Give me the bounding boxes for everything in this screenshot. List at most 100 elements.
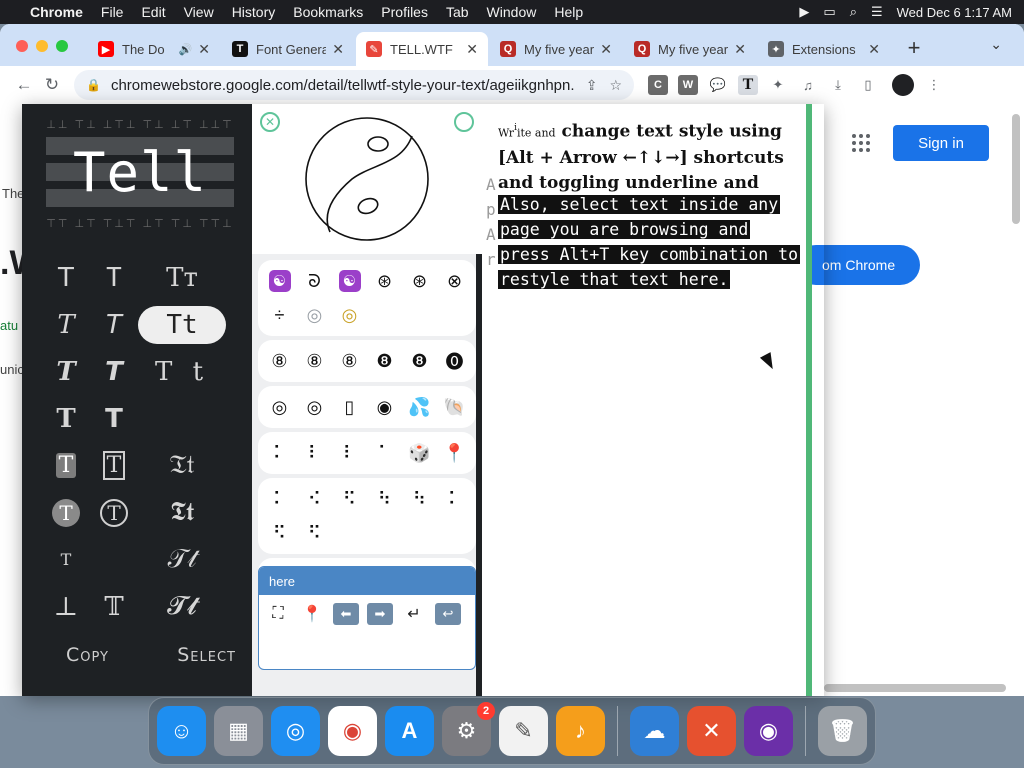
menu-window[interactable]: Window	[487, 4, 537, 20]
style-squared-outline[interactable]: T	[90, 447, 138, 485]
remote-desktop-icon[interactable]: ✕	[686, 706, 736, 756]
style-sans-italic[interactable]: T	[90, 306, 138, 344]
extension-wtf-icon[interactable]: W	[678, 75, 698, 95]
spotlight-search-icon[interactable]: ⌕	[850, 4, 857, 20]
share-icon[interactable]: ⇪	[586, 77, 598, 94]
media-controls-icon[interactable]: ♫	[798, 75, 818, 95]
menu-profiles[interactable]: Profiles	[381, 4, 428, 20]
close-tab-icon[interactable]: ✕	[600, 41, 612, 58]
speaker-icon[interactable]: 🔊	[179, 43, 193, 56]
triskelion-icon[interactable]: ⊛	[402, 264, 437, 298]
app-store-icon[interactable]: A	[385, 706, 434, 756]
filled-zero-icon[interactable]: ⓿	[437, 344, 472, 378]
extensions-puzzle-icon[interactable]: ✦	[768, 75, 788, 95]
tab-font-generator[interactable]: T Font Generator ✕	[222, 32, 354, 66]
pushpin-icon[interactable]: 📍	[437, 436, 472, 470]
tell-extension-icon[interactable]: T	[738, 75, 758, 95]
style-fraktur[interactable]: 𝔗𝔱	[138, 447, 226, 485]
style-italic[interactable]: T	[42, 306, 90, 344]
style-circled-filled[interactable]: T	[42, 494, 90, 532]
google-apps-icon[interactable]	[852, 134, 870, 152]
braille-dots-icon[interactable]: ⠇	[297, 436, 332, 470]
menu-tab[interactable]: Tab	[446, 4, 469, 20]
textedit-icon[interactable]: ✎	[499, 706, 548, 756]
style-sans[interactable]: T	[42, 259, 90, 297]
address-bar[interactable]: 🔒 chromewebstore.google.com/detail/tellw…	[74, 70, 634, 100]
selected-text[interactable]: Also, select text inside any page you ar…	[498, 192, 804, 292]
back-icon[interactable]: ←	[10, 75, 38, 95]
chrome-icon[interactable]: ◉	[328, 706, 377, 756]
style-script[interactable]: 𝒯𝓉	[138, 541, 226, 579]
tab-search-chevron-icon[interactable]: ⌄	[990, 36, 1002, 53]
chrome-menu-icon[interactable]: ⋮	[924, 75, 944, 95]
disc-icon[interactable]: ◎	[297, 298, 332, 332]
braille-dots-icon[interactable]: ⠫	[297, 516, 332, 550]
menu-help[interactable]: Help	[554, 4, 583, 20]
sign-in-button[interactable]: Sign in	[893, 125, 989, 161]
tor-icon[interactable]: ◉	[743, 706, 793, 756]
swirl-icon[interactable]: ᘐ	[297, 264, 332, 298]
close-tab-icon[interactable]: ✕	[734, 41, 746, 58]
downloads-icon[interactable]: ⤓	[828, 75, 848, 95]
screen-mirror-icon[interactable]: ▭	[823, 4, 835, 20]
bookmark-star-icon[interactable]: ☆	[609, 77, 622, 94]
url-text[interactable]: chromewebstore.google.com/detail/tellwtf…	[111, 77, 574, 94]
left-arrow-key-icon[interactable]: ⬅	[333, 603, 359, 625]
triskelion-icon[interactable]: ⊛	[367, 264, 402, 298]
style-monospace-selected[interactable]: Tt	[138, 305, 226, 344]
style-bold-script[interactable]: 𝓣𝓽	[138, 588, 226, 626]
braille-dots-icon[interactable]: ⠫	[262, 516, 297, 550]
style-bold-sans[interactable]: T	[90, 400, 138, 438]
weather-icon[interactable]: ☁	[629, 706, 679, 756]
undo-key-icon[interactable]: ↩	[435, 603, 461, 625]
zoom-window-button[interactable]	[56, 40, 68, 52]
filled-eight-icon[interactable]: ❽	[402, 344, 437, 378]
tab-youtube[interactable]: ▶ The Do 🔊 ✕	[88, 32, 220, 66]
bullseye-icon[interactable]: ◎	[297, 390, 332, 424]
fisheye-icon[interactable]: ◉	[367, 390, 402, 424]
text-output-panel[interactable]: A p A r Wriite and change text style usi…	[482, 104, 812, 696]
close-tab-icon[interactable]: ✕	[332, 41, 344, 58]
minimize-window-button[interactable]	[36, 40, 48, 52]
droplets-icon[interactable]: 💦	[402, 390, 437, 424]
menu-file[interactable]: File	[101, 4, 124, 20]
braille-dots-icon[interactable]: ⠇	[332, 436, 367, 470]
tab-quora-2[interactable]: Q My five years ✕	[624, 32, 756, 66]
close-tab-icon[interactable]: ✕	[466, 41, 478, 58]
filled-eight-icon[interactable]: ❽	[367, 344, 402, 378]
style-circled-outline[interactable]: T	[90, 494, 138, 532]
close-tab-icon[interactable]: ✕	[198, 41, 210, 58]
menu-history[interactable]: History	[232, 4, 276, 20]
horizontal-scrollbar[interactable]	[824, 684, 1006, 692]
braille-dots-icon[interactable]: ⠅	[262, 436, 297, 470]
yin-yang-tile-icon[interactable]: ☯	[332, 264, 367, 298]
right-arrow-key-icon[interactable]: ➡	[367, 603, 393, 625]
circled-eight-icon[interactable]: ⑧	[262, 344, 297, 378]
braille-dots-icon[interactable]: ⠫	[332, 482, 367, 516]
reload-icon[interactable]: ↻	[38, 75, 66, 95]
braille-dots-icon[interactable]: ⠳	[367, 482, 402, 516]
style-squared-filled[interactable]: T	[42, 447, 90, 485]
safari-icon[interactable]: ◎	[271, 706, 320, 756]
style-small[interactable]: T	[42, 541, 90, 579]
braille-dots-icon[interactable]: ⠅	[262, 482, 297, 516]
style-double-struck[interactable]: 𝕋	[90, 588, 138, 626]
dice-icon[interactable]: 🎲	[402, 436, 437, 470]
lock-icon[interactable]: 🔒	[86, 78, 101, 92]
shell-icon[interactable]: 🐚	[437, 390, 472, 424]
style-small-caps[interactable]: Tт	[138, 259, 226, 297]
style-mono[interactable]: T	[90, 259, 138, 297]
braille-dots-icon[interactable]: ⠁	[367, 436, 402, 470]
tab-tellwtf[interactable]: ✎ TELL.WTF ✕	[356, 32, 488, 66]
vertical-scrollbar[interactable]	[1012, 114, 1020, 224]
launchpad-icon[interactable]: ▦	[214, 706, 263, 756]
menu-app-name[interactable]: Chrome	[30, 4, 83, 20]
menu-view[interactable]: View	[184, 4, 214, 20]
copy-button[interactable]: Copy	[66, 644, 109, 666]
menu-bookmarks[interactable]: Bookmarks	[293, 4, 363, 20]
new-tab-button[interactable]: +	[900, 34, 928, 62]
style-bold-italic[interactable]: T	[42, 353, 90, 391]
drawing-canvas[interactable]: ✕	[252, 104, 482, 254]
trash-icon[interactable]: 🗑	[817, 706, 867, 756]
bullseye-icon[interactable]: ◎	[262, 390, 297, 424]
